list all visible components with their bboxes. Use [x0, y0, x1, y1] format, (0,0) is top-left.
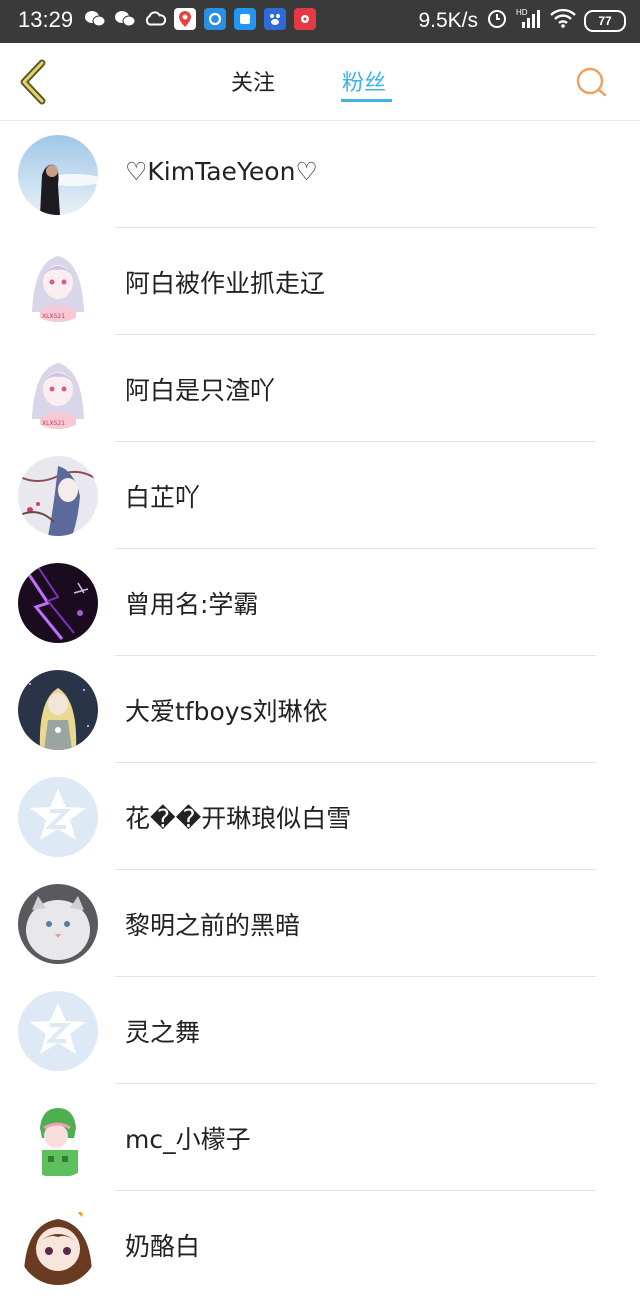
list-item[interactable]: 黎明之前的黑暗: [0, 870, 640, 977]
tab-following[interactable]: 关注: [231, 65, 275, 97]
status-time: 13:29: [18, 7, 74, 32]
list-item[interactable]: 灵之舞: [0, 977, 640, 1084]
list-item[interactable]: 奶酪白: [0, 1191, 640, 1298]
fan-name: 花��开琳琅似白雪: [125, 804, 352, 833]
avatar: [18, 884, 98, 964]
notification-icons: [84, 8, 316, 30]
app-icon: [234, 8, 256, 30]
list-item[interactable]: 大爱tfboys刘琳依: [0, 656, 640, 763]
active-tab-indicator: [341, 99, 392, 102]
fan-name: 灵之舞: [125, 1018, 201, 1047]
battery-icon: 77: [584, 10, 626, 32]
music-icon: [294, 8, 316, 30]
fan-name: 奶酪白: [125, 1232, 201, 1261]
svg-text:XLX521: XLX521: [42, 313, 65, 320]
avatar: XLX521: [18, 242, 98, 322]
avatar: [18, 456, 98, 536]
list-item[interactable]: XLX521 阿白被作业抓走辽: [0, 228, 640, 335]
fan-name: 黎明之前的黑暗: [125, 911, 301, 940]
wechat-icon: [114, 8, 136, 30]
chevron-left-icon: [20, 59, 46, 105]
fan-name: 曾用名:学霸: [125, 590, 259, 619]
list-item[interactable]: mc_小檬子: [0, 1084, 640, 1191]
fan-name: 阿白是只渣吖: [125, 376, 276, 405]
baidu-icon: [264, 8, 286, 30]
header-bar: 关注 粉丝: [0, 43, 640, 121]
list-item[interactable]: 曾用名:学霸: [0, 549, 640, 656]
network-speed: 9.5K/s: [418, 9, 478, 32]
avatar: [18, 135, 98, 215]
list-item[interactable]: 花��开琳琅似白雪: [0, 763, 640, 870]
map-icon: [174, 8, 196, 30]
list-item[interactable]: XLX521 阿白是只渣吖: [0, 335, 640, 442]
list-item[interactable]: ♡KimTaeYeon♡: [0, 121, 640, 228]
signal-icon: HD: [516, 7, 542, 35]
cloud-icon: [144, 8, 166, 30]
search-button[interactable]: [574, 65, 610, 101]
svg-text:HD: HD: [516, 8, 528, 17]
status-bar: 13:29 9.5K/s HD 77: [0, 0, 640, 43]
app-icon: [204, 8, 226, 30]
svg-text:XLX521: XLX521: [42, 420, 65, 427]
alarm-icon: [486, 7, 508, 35]
avatar: [18, 1098, 98, 1178]
wechat-icon: [84, 8, 106, 30]
avatar: [18, 1205, 98, 1285]
back-button[interactable]: [12, 57, 56, 107]
avatar: XLX521: [18, 349, 98, 429]
list-item[interactable]: 白芷吖: [0, 442, 640, 549]
fan-name: 阿白被作业抓走辽: [125, 269, 326, 298]
fan-name: mc_小檬子: [125, 1125, 251, 1154]
avatar: [18, 670, 98, 750]
search-icon: [576, 67, 607, 97]
avatar: [18, 777, 98, 857]
tab-fans[interactable]: 粉丝: [342, 65, 386, 97]
fan-name: ♡KimTaeYeon♡: [125, 157, 318, 186]
status-right: 9.5K/s HD 77: [418, 7, 626, 35]
avatar: [18, 991, 98, 1071]
wifi-icon: [550, 8, 576, 34]
fan-name: 大爱tfboys刘琳依: [125, 697, 328, 726]
fan-list: ♡KimTaeYeon♡ XLX521 阿白被作业抓走辽 XLX521 阿白是只…: [0, 121, 640, 1298]
fan-name: 白芷吖: [125, 483, 201, 512]
avatar: [18, 563, 98, 643]
